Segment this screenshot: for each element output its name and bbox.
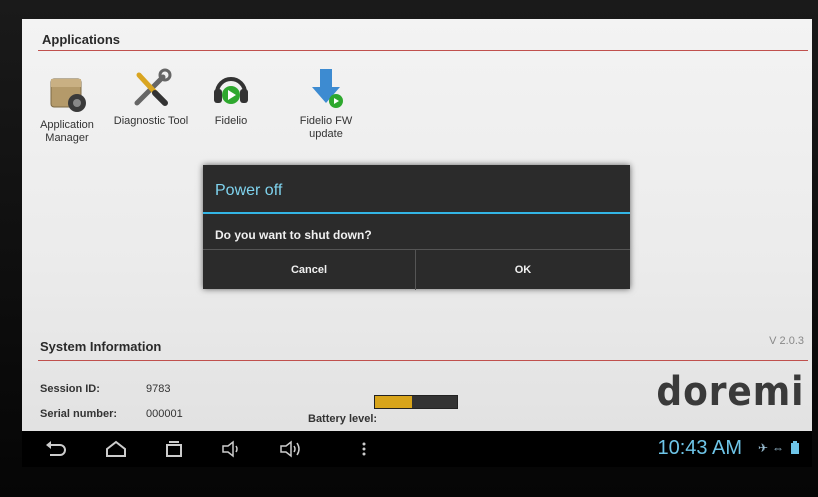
serial-number-label: Serial number: (40, 408, 118, 420)
dialog-button-bar: Cancel OK (203, 249, 630, 290)
volume-up-icon[interactable] (278, 439, 302, 459)
download-arrow-icon (304, 67, 348, 111)
applications-divider (38, 50, 808, 51)
recent-apps-icon[interactable] (162, 439, 186, 459)
app-label: Diagnostic Tool (113, 115, 189, 127)
dialog-message: Do you want to shut down? (215, 228, 372, 242)
screen: Applications Application Manager Diagnos… (22, 19, 812, 431)
power-off-dialog: Power off Do you want to shut down? Canc… (203, 165, 630, 290)
doremi-logo: doremi (656, 369, 804, 415)
menu-icon[interactable] (352, 439, 376, 459)
headphones-icon (209, 67, 253, 111)
airplane-mode-icon: ✈ (757, 441, 768, 455)
app-fidelio-fw-update[interactable]: Fidelio FW update (286, 67, 366, 141)
applications-title: Applications (42, 32, 121, 47)
battery-level-label: Battery level: (308, 413, 378, 425)
system-navbar: 10:43 AM ✈ ⇔ (22, 431, 812, 467)
battery-level-bar (374, 395, 458, 409)
battery-level-fill (375, 396, 412, 408)
cancel-button[interactable]: Cancel (203, 250, 416, 290)
ok-button[interactable]: OK (416, 250, 630, 290)
app-manager-icon (45, 71, 89, 115)
app-label: Fidelio FW update (299, 115, 353, 140)
dialog-title: Power off (215, 182, 283, 199)
serial-number-value: 000001 (146, 408, 183, 420)
system-info-divider (38, 360, 808, 361)
home-icon[interactable] (104, 439, 128, 459)
system-info-title: System Information (40, 339, 162, 354)
volume-down-icon[interactable] (220, 439, 244, 459)
app-diagnostic-tool[interactable]: Diagnostic Tool (111, 67, 191, 128)
wrench-screwdriver-icon (129, 67, 173, 111)
usb-icon: ⇔ (772, 441, 784, 455)
app-label: Application Manager (40, 119, 94, 144)
app-fidelio[interactable]: Fidelio (191, 67, 271, 128)
dialog-title-divider (203, 212, 630, 214)
app-label: Fidelio (214, 115, 248, 127)
session-id-label: Session ID: (40, 383, 100, 395)
back-icon[interactable] (44, 439, 68, 459)
battery-status-icon (790, 441, 800, 458)
status-clock: 10:43 AM (657, 437, 742, 459)
version-label: V 2.0.3 (769, 335, 804, 347)
app-application-manager[interactable]: Application Manager (27, 71, 107, 145)
session-id-value: 9783 (146, 383, 171, 395)
